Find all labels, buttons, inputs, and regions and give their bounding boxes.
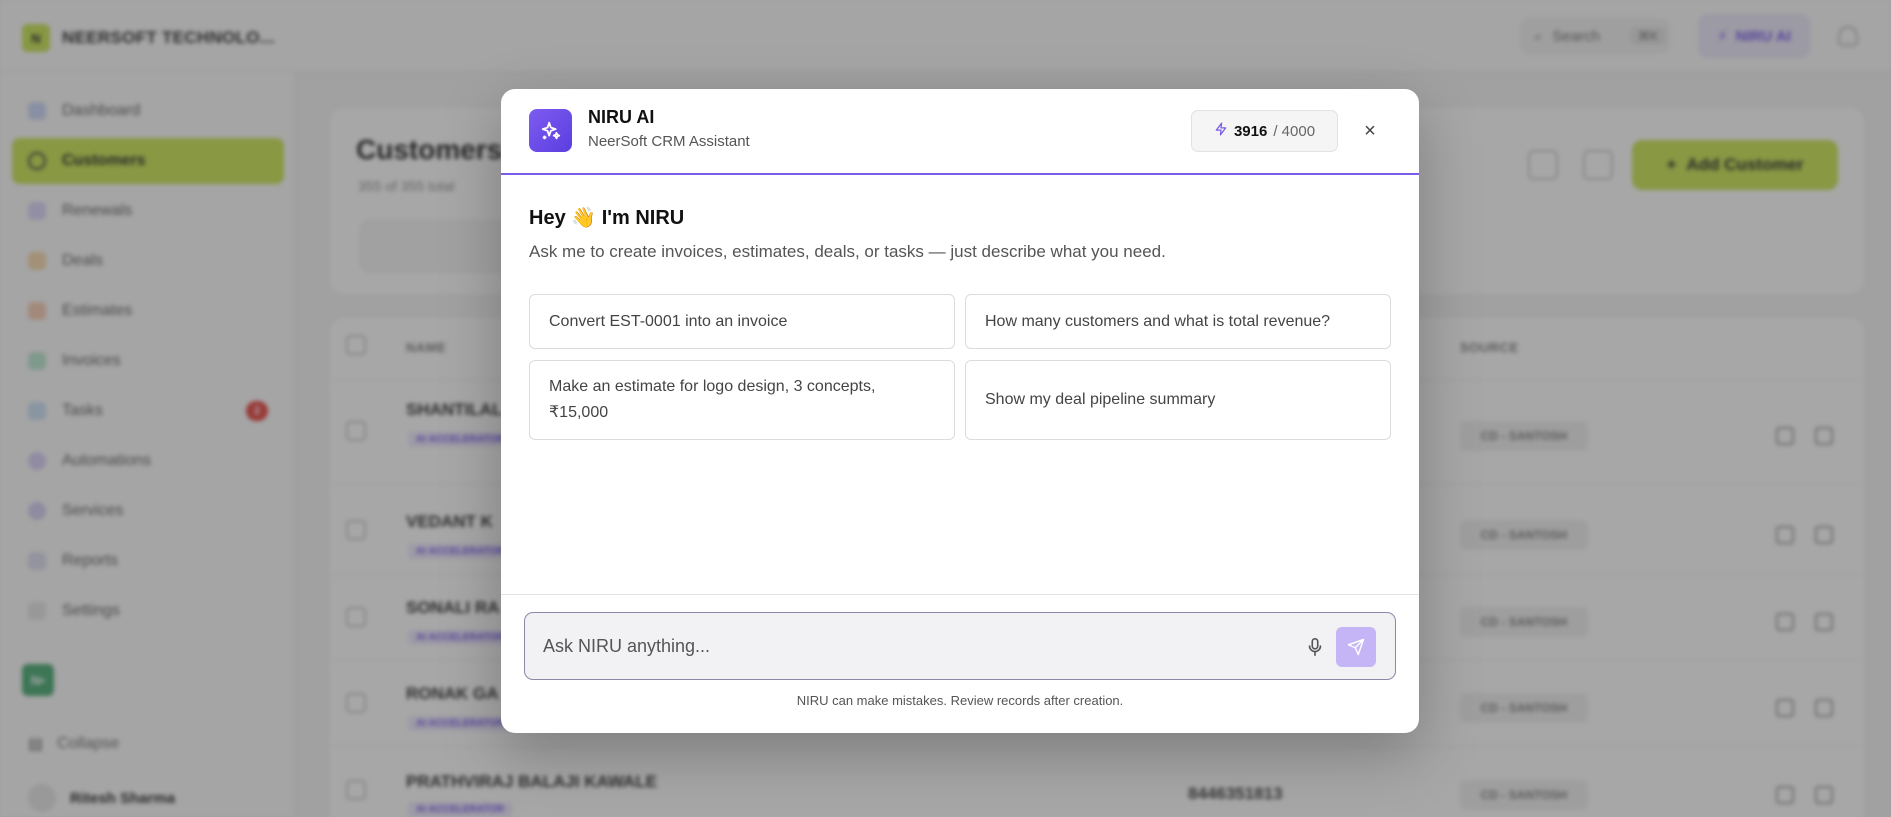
dialog-header: NIRU AI NeerSoft CRM Assistant 3916 / 40…: [501, 89, 1419, 175]
send-icon: [1347, 638, 1365, 656]
disclaimer: NIRU can make mistakes. Review records a…: [796, 693, 1124, 708]
credits-badge: 3916 / 4000: [1191, 110, 1338, 152]
credits-total: / 4000: [1273, 122, 1316, 140]
dialog-title: NIRU AI: [588, 107, 655, 127]
close-icon[interactable]: ×: [1356, 117, 1384, 145]
dialog-subtitle: NeerSoft CRM Assistant: [588, 133, 750, 150]
chat-input[interactable]: [543, 613, 1263, 679]
suggestion-chip-deal-pipeline[interactable]: Show my deal pipeline summary: [965, 360, 1391, 440]
chat-input-container: [524, 612, 1396, 680]
sparkles-icon: [529, 109, 572, 152]
credits-used: 3916: [1233, 122, 1268, 140]
send-button[interactable]: [1336, 627, 1376, 667]
greeting: Hey 👋 I'm NIRU: [529, 207, 685, 229]
divider: [501, 594, 1419, 595]
suggestion-chip-make-estimate[interactable]: Make an estimate for logo design, 3 conc…: [529, 360, 955, 440]
microphone-icon[interactable]: [1305, 635, 1325, 659]
lightning-icon: [1214, 121, 1228, 141]
suggestion-chip-convert-estimate[interactable]: Convert EST-0001 into an invoice: [529, 294, 955, 349]
assistant-description: Ask me to create invoices, estimates, de…: [529, 242, 1166, 261]
niru-ai-dialog: NIRU AI NeerSoft CRM Assistant 3916 / 40…: [501, 89, 1419, 733]
suggestion-chip-customers-revenue[interactable]: How many customers and what is total rev…: [965, 294, 1391, 349]
